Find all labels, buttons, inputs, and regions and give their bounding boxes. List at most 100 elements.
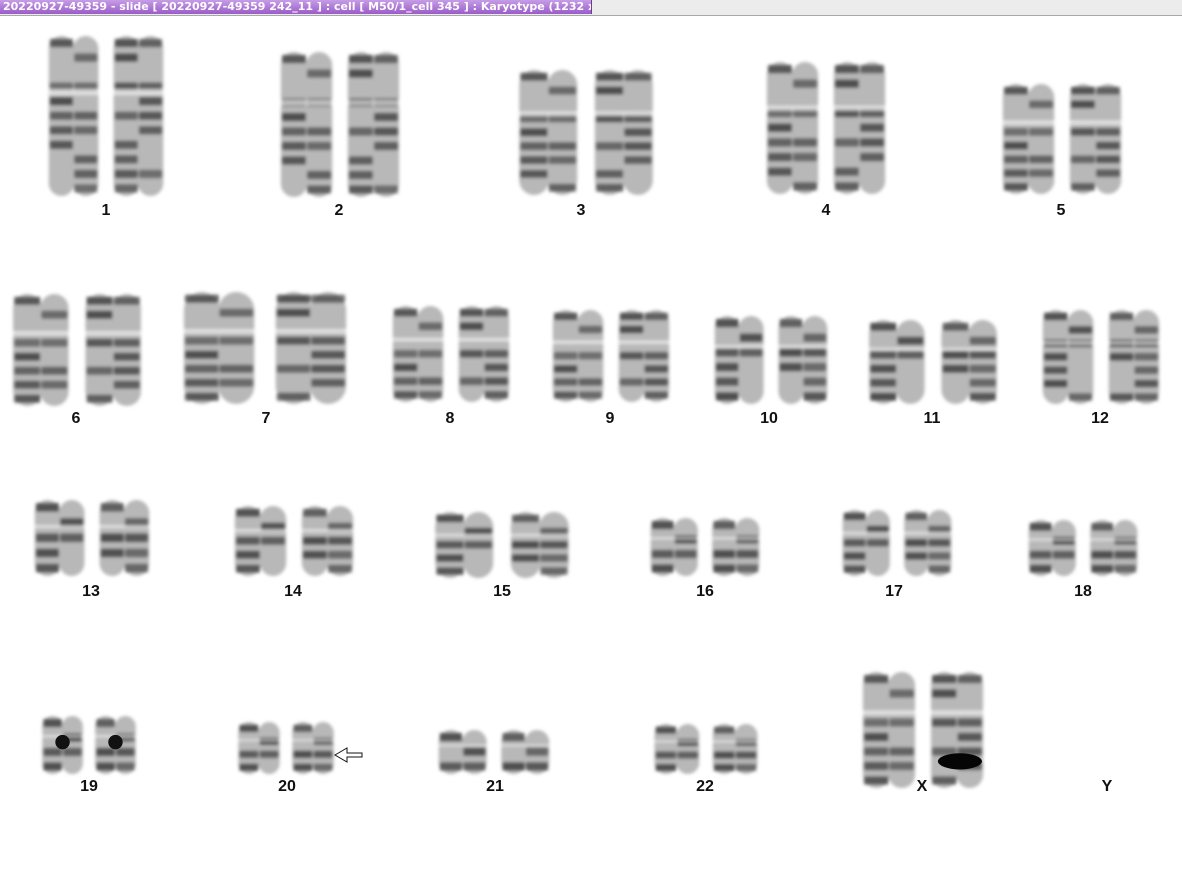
chromosome-homolog bbox=[775, 316, 830, 404]
chromosome-pair-image bbox=[866, 320, 1000, 404]
chromosome-homolog bbox=[110, 36, 166, 196]
chromosome-pair-image bbox=[652, 724, 760, 774]
chromosome-pair-14[interactable] bbox=[232, 506, 356, 580]
chromosome-label-11: 11 bbox=[923, 410, 941, 427]
chromosome-label-1: 1 bbox=[101, 202, 111, 219]
chromosome-pair-9[interactable] bbox=[550, 310, 672, 406]
chromosome-pair-16[interactable] bbox=[648, 518, 762, 580]
chromosome-pair-y[interactable] bbox=[1076, 716, 1136, 776]
chromosome-pair-10[interactable] bbox=[712, 316, 830, 408]
chromosome-homolog bbox=[436, 730, 490, 774]
chromosome-label-10: 10 bbox=[760, 410, 778, 427]
chromosome-pair-2[interactable] bbox=[278, 52, 402, 202]
chromosome-pair-image bbox=[516, 70, 656, 195]
chromosome-pair-image bbox=[32, 500, 152, 576]
chromosome-homolog bbox=[46, 36, 102, 196]
chromosome-label-3: 3 bbox=[576, 202, 586, 219]
chromosome-label-y: Y bbox=[1101, 778, 1113, 795]
chromosome-homolog bbox=[1000, 84, 1058, 194]
chromosome-pair-image bbox=[390, 306, 512, 402]
chromosome-pair-20[interactable] bbox=[236, 722, 336, 778]
chromosome-homolog bbox=[866, 320, 928, 404]
chromosome-pair-image bbox=[436, 730, 552, 774]
chromosome-label-13: 13 bbox=[82, 583, 100, 600]
chromosome-homolog bbox=[591, 70, 656, 195]
chromosome-homolog bbox=[1087, 520, 1140, 576]
chromosome-label-x: X bbox=[916, 778, 928, 795]
chromosome-homolog bbox=[432, 512, 497, 578]
chromosome-pair-12[interactable] bbox=[1040, 310, 1162, 408]
chromosome-pair-image bbox=[10, 294, 144, 406]
chromosome-label-8: 8 bbox=[445, 410, 455, 427]
chromosome-pair-image bbox=[1040, 310, 1162, 404]
chromosome-pair-x[interactable] bbox=[860, 672, 986, 792]
chromosome-pair-1[interactable] bbox=[46, 36, 166, 201]
chromosome-homolog bbox=[901, 510, 954, 576]
chromosome-pair-18[interactable] bbox=[1026, 520, 1140, 580]
chromosome-pair-image bbox=[236, 722, 336, 774]
chromosome-label-18: 18 bbox=[1074, 583, 1092, 600]
chromosome-homolog bbox=[455, 306, 512, 402]
chromosome-homolog bbox=[652, 724, 702, 774]
chromosome-homolog bbox=[516, 70, 581, 195]
chromosome-pair-image bbox=[40, 716, 138, 774]
chromosome-label-9: 9 bbox=[605, 410, 615, 427]
chromosome-label-4: 4 bbox=[821, 202, 831, 219]
chromosome-pair-21[interactable] bbox=[436, 730, 552, 778]
chromosome-pair-13[interactable] bbox=[32, 500, 152, 580]
chromosome-pair-5[interactable] bbox=[1000, 84, 1124, 198]
chromosome-label-22: 22 bbox=[696, 778, 714, 795]
chromosome-pair-11[interactable] bbox=[866, 320, 1000, 408]
chromosome-pair-22[interactable] bbox=[652, 724, 760, 778]
chromosome-pair-image bbox=[550, 310, 672, 402]
dense-band bbox=[937, 753, 982, 770]
chromosome-pair-image bbox=[46, 36, 166, 196]
chromosome-homolog bbox=[615, 310, 672, 402]
chromosome-homolog bbox=[764, 62, 822, 194]
chromosome-homolog bbox=[710, 724, 760, 774]
chromosome-pair-19[interactable] bbox=[40, 716, 138, 778]
window-title-tab[interactable]: 20220927-49359 - slide [ 20220927-49359 … bbox=[0, 0, 592, 14]
chromosome-pair-15[interactable] bbox=[432, 512, 572, 582]
left-arrow-icon bbox=[334, 746, 364, 764]
chromosome-pair-image bbox=[860, 672, 986, 788]
chromosome-homolog bbox=[712, 316, 767, 404]
chromosome-label-12: 12 bbox=[1091, 410, 1109, 427]
chromosome-pair-image bbox=[1000, 84, 1124, 194]
chromosome-pair-4[interactable] bbox=[764, 62, 888, 198]
chromosome-label-19: 19 bbox=[80, 778, 98, 795]
chromosome-homolog bbox=[860, 672, 918, 788]
chromosome-homolog bbox=[271, 292, 350, 404]
chromosome-homolog bbox=[278, 52, 336, 197]
chromosome-label-17: 17 bbox=[885, 583, 903, 600]
centromere-dot bbox=[55, 734, 70, 750]
title-bar: 20220927-49359 - slide [ 20220927-49359 … bbox=[0, 0, 1182, 16]
chromosome-homolog bbox=[344, 52, 402, 197]
chromosome-homolog bbox=[550, 310, 607, 402]
chromosome-homolog bbox=[10, 294, 72, 406]
chromosome-pair-image bbox=[712, 316, 830, 404]
chromosome-homolog bbox=[298, 506, 356, 576]
chromosome-label-15: 15 bbox=[493, 583, 511, 600]
chromosome-pair-image bbox=[180, 292, 350, 404]
chromosome-label-20: 20 bbox=[278, 778, 296, 795]
chromosome-pair-image bbox=[764, 62, 888, 194]
chromosome-pair-6[interactable] bbox=[10, 294, 144, 410]
chromosome-pair-7[interactable] bbox=[180, 292, 350, 408]
chromosome-homolog bbox=[1040, 310, 1097, 404]
chromosome-homolog bbox=[1066, 84, 1124, 194]
chromosome-homolog bbox=[290, 722, 336, 774]
chromosome-pair-17[interactable] bbox=[840, 510, 954, 580]
chromosome-label-5: 5 bbox=[1056, 202, 1066, 219]
chromosome-pair-image bbox=[648, 518, 762, 576]
chromosome-homolog bbox=[32, 500, 88, 576]
chromosome-pair-image bbox=[432, 512, 572, 578]
chromosome-pair-8[interactable] bbox=[390, 306, 512, 406]
chromosome-label-2: 2 bbox=[334, 202, 344, 219]
chromosome-homolog bbox=[938, 320, 1000, 404]
chromosome-homolog bbox=[498, 730, 552, 774]
chromosome-homolog bbox=[96, 500, 152, 576]
chromosome-pair-image bbox=[278, 52, 402, 197]
chromosome-label-14: 14 bbox=[284, 583, 302, 600]
chromosome-pair-3[interactable] bbox=[516, 70, 656, 200]
